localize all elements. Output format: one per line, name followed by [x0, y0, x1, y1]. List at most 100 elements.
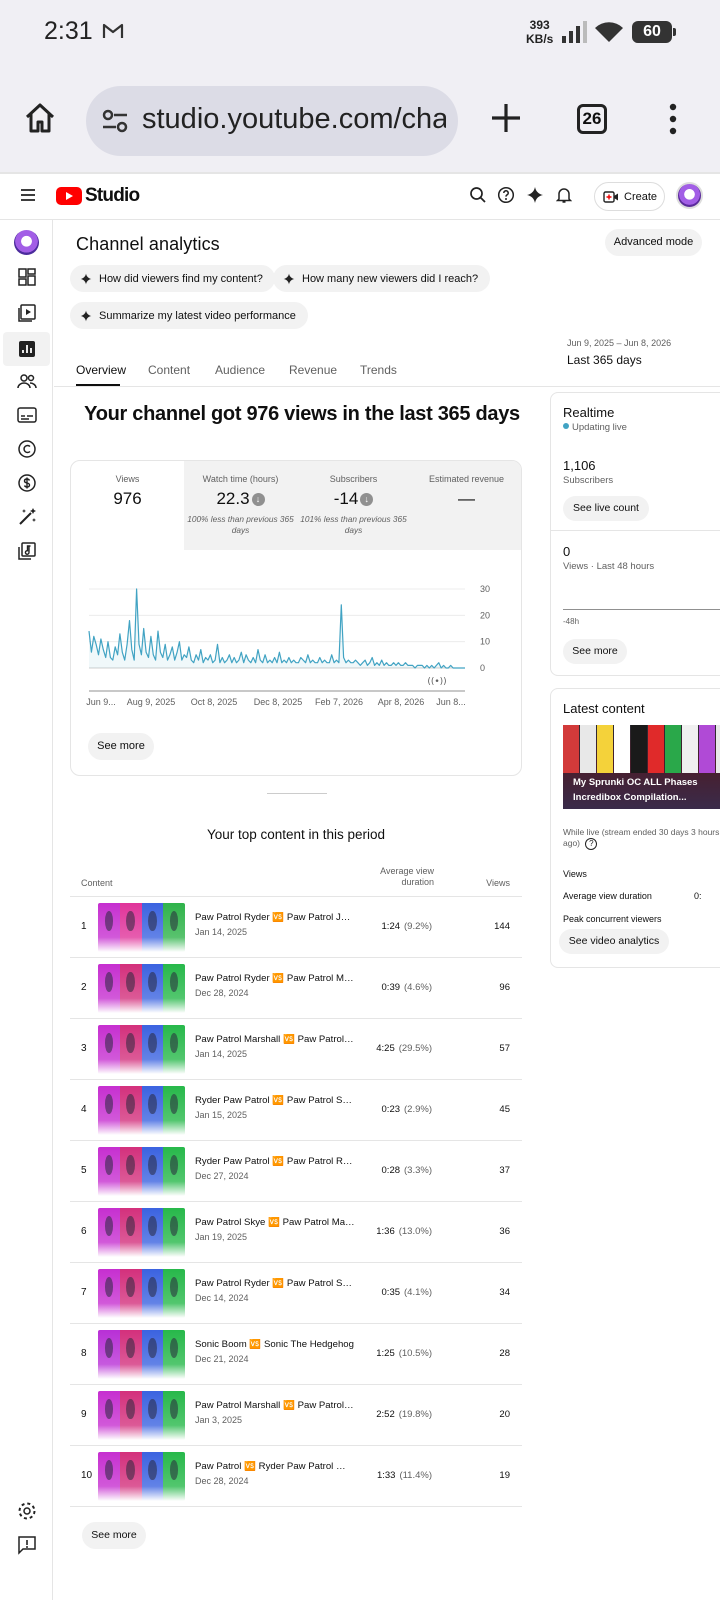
help-icon[interactable] [497, 186, 515, 204]
video-views: 34 [499, 1287, 510, 1298]
views-line-chart[interactable]: 30 20 10 0 Jun 9... Aug 9, 2025 Oct 8, 2025 Dec… [71, 571, 522, 721]
table-row[interactable]: 5 Ryder Paw Patrol 🆚 Paw Patrol Ryder Dec … [70, 1140, 522, 1201]
video-thumbnail[interactable] [98, 964, 185, 1013]
channel-avatar[interactable] [14, 230, 39, 255]
metric-subscribers[interactable]: Subscribers -14 ↓ 101% less than previous… [297, 461, 410, 550]
video-title[interactable]: Paw Patrol Ryder 🆚 Paw Patrol Marshall [195, 973, 355, 984]
video-thumbnail[interactable] [98, 1269, 185, 1318]
video-thumbnail[interactable] [98, 1452, 185, 1501]
tab-content[interactable]: Content [148, 363, 190, 377]
video-date: Jan 3, 2025 [195, 1415, 243, 1425]
tab-overview[interactable]: Overview [76, 363, 126, 377]
chip-find-content[interactable]: How did viewers find my content? [70, 265, 275, 292]
new-tab-icon[interactable] [488, 100, 524, 136]
create-video-icon [603, 190, 618, 203]
video-title[interactable]: Paw Patrol 🆚 Ryder Paw Patrol 🆚 Chase [195, 1461, 355, 1472]
video-title[interactable]: Paw Patrol Marshall 🆚 Paw Patrol Chase [195, 1400, 355, 1411]
video-thumbnail[interactable] [98, 1208, 185, 1257]
url-text[interactable]: studio.youtube.com/cha [142, 103, 446, 136]
copyright-icon[interactable] [16, 438, 38, 460]
table-end-divider [70, 1506, 522, 1507]
metric-watch-time[interactable]: Watch time (hours) 22.3 ↓ 100% less than … [184, 461, 297, 550]
date-range-label[interactable]: Last 365 days [567, 353, 642, 367]
home-icon[interactable] [22, 100, 58, 136]
stat-peak-viewers: Peak concurrent viewers [563, 914, 662, 924]
metric-label: Views [115, 474, 140, 484]
see-video-analytics-button[interactable]: See video analytics [559, 929, 669, 954]
video-title[interactable]: Ryder Paw Patrol 🆚 Paw Patrol Skye [195, 1095, 355, 1106]
subtitles-icon[interactable] [16, 404, 38, 426]
table-row[interactable]: 10 Paw Patrol 🆚 Ryder Paw Patrol 🆚 Chase D… [70, 1445, 522, 1506]
row-rank: 2 [81, 982, 87, 993]
latest-content-card: Latest content My Sprunki OC ALL Phases … [550, 688, 720, 968]
tab-switcher-button[interactable]: 26 [577, 104, 607, 134]
video-title[interactable]: Paw Patrol Ryder 🆚 Paw Patrol Jake [195, 912, 355, 923]
account-avatar[interactable] [676, 182, 703, 209]
sparkle-icon [80, 310, 92, 321]
help-icon[interactable]: ? [585, 838, 598, 850]
studio-logo[interactable]: Studio [56, 185, 140, 207]
video-title[interactable]: Sonic Boom 🆚 Sonic The Hedgehog [195, 1339, 355, 1350]
video-thumbnail[interactable] [98, 1147, 185, 1196]
table-row[interactable]: 7 Paw Patrol Ryder 🆚 Paw Patrol Skye Dec 1… [70, 1262, 522, 1323]
chip-label: How many new viewers did I reach? [302, 272, 479, 285]
video-title[interactable]: Ryder Paw Patrol 🆚 Paw Patrol Ryder [195, 1156, 355, 1167]
advanced-mode-button[interactable]: Advanced mode [605, 229, 702, 256]
see-live-count-button[interactable]: See live count [563, 496, 649, 521]
site-settings-icon[interactable] [100, 108, 130, 134]
audio-library-icon[interactable] [16, 540, 38, 562]
browser-toolbar: studio.youtube.com/cha 26 [0, 66, 720, 172]
table-row[interactable]: 2 Paw Patrol Ryder 🆚 Paw Patrol Marshall D… [70, 957, 522, 1018]
row-rank: 8 [81, 1348, 87, 1359]
video-title[interactable]: Paw Patrol Skye 🆚 Paw Patrol Marshall [195, 1217, 355, 1228]
dashboard-icon[interactable] [16, 266, 38, 288]
hamburger-menu-icon[interactable] [20, 188, 36, 202]
tab-audience[interactable]: Audience [215, 363, 265, 377]
see-more-button[interactable]: See more [82, 1522, 146, 1549]
table-row[interactable]: 3 Paw Patrol Marshall 🆚 Paw Patrol Chase J… [70, 1018, 522, 1079]
metric-revenue[interactable]: Estimated revenue — [410, 461, 521, 550]
search-icon[interactable] [469, 186, 487, 204]
video-thumbnail[interactable] [98, 903, 185, 952]
thumbnail-tile [141, 1452, 164, 1501]
feedback-icon[interactable] [16, 1534, 38, 1556]
video-title[interactable]: Paw Patrol Marshall 🆚 Paw Patrol Chase [195, 1034, 355, 1045]
customization-icon[interactable] [16, 506, 38, 528]
video-thumbnail[interactable] [98, 1025, 185, 1074]
video-thumbnail[interactable] [98, 1330, 185, 1379]
settings-icon[interactable] [16, 1500, 38, 1522]
video-thumbnail[interactable] [98, 1391, 185, 1440]
col-header-avd[interactable]: Average view duration [354, 866, 434, 888]
video-title[interactable]: Paw Patrol Ryder 🆚 Paw Patrol Skye [195, 1278, 355, 1289]
create-button[interactable]: Create [594, 182, 665, 211]
earn-icon[interactable] [16, 472, 38, 494]
table-row[interactable]: 8 Sonic Boom 🆚 Sonic The Hedgehog Dec 21, … [70, 1323, 522, 1384]
video-thumbnail[interactable] [98, 1086, 185, 1135]
chip-summarize-latest[interactable]: Summarize my latest video performance [70, 302, 308, 329]
metric-views[interactable]: Views 976 [71, 461, 184, 550]
row-rank: 3 [81, 1043, 87, 1054]
thumbnail-tile [141, 1086, 164, 1135]
content-icon[interactable] [16, 300, 38, 322]
latest-video-thumbnail[interactable]: My Sprunki OC ALL Phases Incredibox Comp… [563, 725, 720, 809]
tab-revenue[interactable]: Revenue [289, 363, 337, 377]
table-row[interactable]: 4 Ryder Paw Patrol 🆚 Paw Patrol Skye Jan 1… [70, 1079, 522, 1140]
url-bar[interactable]: studio.youtube.com/cha [86, 86, 458, 156]
chip-new-viewers[interactable]: How many new viewers did I reach? [273, 265, 491, 292]
date-range[interactable]: Jun 9, 2025 – Jun 8, 2026 [567, 338, 671, 348]
thumbnail-tile [141, 1025, 164, 1074]
thumbnail-art [563, 725, 720, 773]
table-row[interactable]: 9 Paw Patrol Marshall 🆚 Paw Patrol Chase J… [70, 1384, 522, 1445]
notifications-icon[interactable] [556, 186, 572, 204]
tab-trends[interactable]: Trends [360, 363, 397, 377]
more-vert-icon[interactable] [667, 103, 679, 135]
y-tick-label: 20 [480, 610, 490, 620]
see-more-button[interactable]: See more [88, 733, 154, 760]
sparkle-icon[interactable] [526, 186, 544, 204]
community-icon[interactable] [16, 370, 38, 392]
see-more-button[interactable]: See more [563, 639, 627, 664]
analytics-icon[interactable] [16, 338, 38, 360]
col-header-views[interactable]: Views [470, 878, 510, 888]
table-row[interactable]: 6 Paw Patrol Skye 🆚 Paw Patrol Marshall Ja… [70, 1201, 522, 1262]
table-row[interactable]: 1 Paw Patrol Ryder 🆚 Paw Patrol Jake Jan 1… [70, 896, 522, 957]
